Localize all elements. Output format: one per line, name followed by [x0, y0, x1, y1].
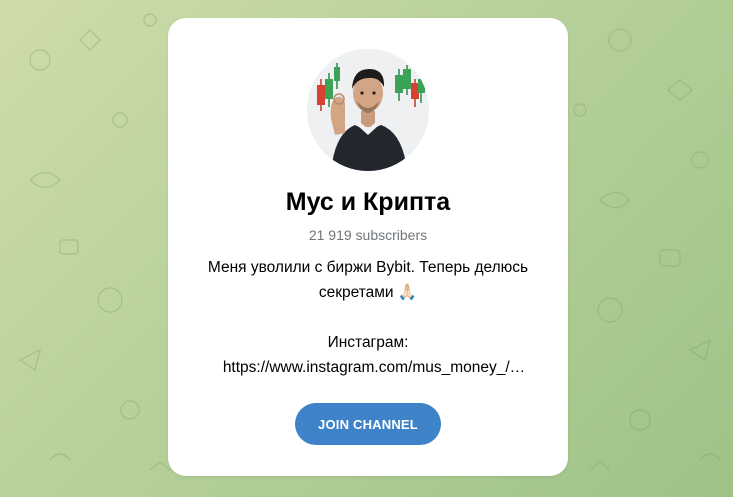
instagram-label: Инстаграм: [327, 334, 409, 351]
instagram-link[interactable]: https://www.instagram.com/mus_money_/… [196, 355, 540, 380]
description-line-2: секретами 🙏🏻 [318, 284, 418, 301]
join-channel-button[interactable]: JOIN CHANNEL [295, 403, 441, 445]
channel-description: Меня уволили с биржи Bybit. Теперь делюс… [196, 255, 540, 380]
avatar-photo-icon [307, 49, 429, 171]
description-spacer [196, 305, 540, 330]
channel-avatar[interactable] [307, 49, 429, 171]
subscriber-count: 21 919 subscribers [308, 227, 428, 243]
channel-card: Мус и Крипта 21 919 subscribers Меня уво… [168, 18, 568, 476]
channel-title: Мус и Крипта [285, 188, 451, 216]
description-line-1: Меня уволили с биржи Bybit. Теперь делюс… [207, 259, 529, 276]
